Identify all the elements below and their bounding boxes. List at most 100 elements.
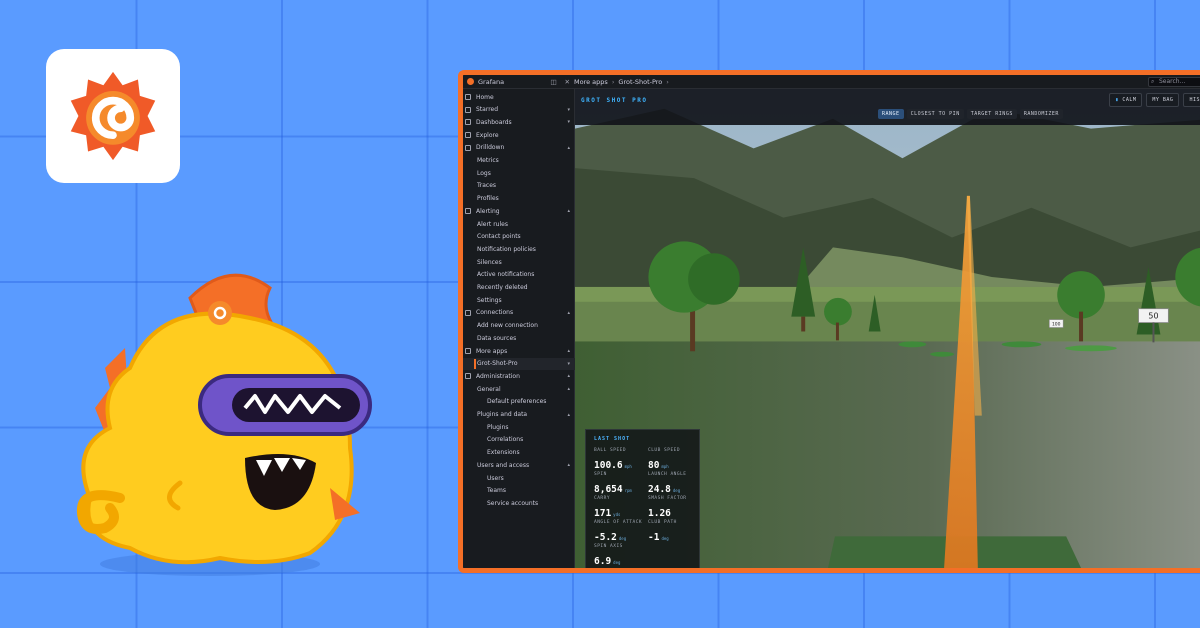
nav-icon <box>465 106 471 113</box>
chevron-icon[interactable]: ▴ <box>567 348 570 354</box>
stat-unit: deg <box>661 536 669 541</box>
grafana-logo-icon <box>70 71 156 161</box>
sidebar-item-label: Starred <box>476 106 499 114</box>
sidebar-item-label: Service accounts <box>487 499 539 507</box>
grafana-logo-tile <box>46 49 180 183</box>
chevron-icon[interactable]: ▴ <box>567 386 570 392</box>
sidebar-item-traces[interactable]: Traces <box>463 180 575 192</box>
sidebar-item-label: Silences <box>477 258 502 266</box>
sidebar-item-dashboards[interactable]: Dashboards ▾ <box>463 116 575 128</box>
stat-label: SMASH FACTOR <box>648 496 687 501</box>
sidebar-item-label: More apps <box>476 347 508 355</box>
stat-launch-angle: LAUNCH ANGLE 24.8 deg <box>648 472 702 496</box>
tab-range[interactable]: RANGE <box>878 109 904 119</box>
sidebar-item-extensions[interactable]: Extensions <box>463 447 575 459</box>
stat-unit: mph <box>661 464 669 469</box>
stat-unit: deg <box>672 488 681 493</box>
app-main: 50 100 GROT SHOT PRO RANGE CLOSEST TO PIN… <box>575 89 1200 568</box>
sidebar-item-label: Plugins <box>487 423 509 431</box>
tab-closest-to-pin[interactable]: CLOSEST TO PIN <box>906 109 964 119</box>
sidebar-item-users[interactable]: Users <box>463 472 575 484</box>
sidebar-item-label: Data sources <box>477 334 517 342</box>
stat-value: 1.26 <box>648 508 671 519</box>
svg-text:100: 100 <box>1052 322 1061 328</box>
sidebar-item-alert-rules[interactable]: Alert rules <box>463 218 575 230</box>
stat-label: CLUB PATH <box>648 520 677 525</box>
sidebar-item-logs[interactable]: Logs <box>463 167 575 179</box>
sidebar-item-silences[interactable]: Silences <box>463 256 575 268</box>
chevron-icon[interactable]: ▴ <box>567 145 570 151</box>
chevron-icon[interactable]: ▴ <box>567 208 570 214</box>
sidebar-item-notification-policies[interactable]: Notification policies <box>463 243 575 255</box>
sidebar-item-active-notifications[interactable]: Active notifications <box>463 269 575 281</box>
sidebar-item-plugins-and-data[interactable]: Plugins and data ▴ <box>463 409 575 421</box>
brand-label: Grafana <box>478 77 505 86</box>
breadcrumb-item-more-apps[interactable]: More apps <box>574 78 608 86</box>
breadcrumb-item-grot-shot-pro[interactable]: Grot-Shot-Pro <box>618 78 662 86</box>
sidebar-item-metrics[interactable]: Metrics <box>463 155 575 167</box>
sidebar-item-profiles[interactable]: Profiles <box>463 193 575 205</box>
stat-value: 24.8 <box>648 484 671 495</box>
sidebar-item-add-new-connection[interactable]: Add new connection <box>463 320 575 332</box>
sidebar-item-label: Alert rules <box>477 220 508 228</box>
sidebar-item-plugins[interactable]: Plugins <box>463 421 575 433</box>
sidebar-item-contact-points[interactable]: Contact points <box>463 231 575 243</box>
stat-club-path: CLUB PATH -1 deg <box>648 520 702 544</box>
sidebar-item-grot-shot-pro[interactable]: Grot-Shot-Pro ▾ <box>463 357 575 370</box>
svg-text:50: 50 <box>1148 312 1158 321</box>
sidebar-item-connections[interactable]: Connections ▴ <box>463 307 575 319</box>
search-input[interactable]: ⌕ Search... <box>1148 77 1200 87</box>
sidebar-item-teams[interactable]: Teams <box>463 485 575 497</box>
nav-icon <box>465 373 471 380</box>
stat-smash-factor: SMASH FACTOR 1.26 <box>648 496 702 520</box>
stat-unit: rpm <box>624 488 632 493</box>
sidebar-item-more-apps[interactable]: More apps ▴ <box>463 345 575 357</box>
sidebar-item-starred[interactable]: Starred ▾ <box>463 104 575 116</box>
header-buttons: ▮ CALM MY BAG HISTO <box>1109 93 1200 107</box>
sidebar-item-alerting[interactable]: Alerting ▴ <box>463 205 575 217</box>
tab-target-rings[interactable]: TARGET RINGS <box>966 109 1017 119</box>
brand[interactable]: Grafana ◫ ✕ <box>463 78 574 86</box>
sidebar-item-users-and-access[interactable]: Users and access ▴ <box>463 459 575 471</box>
sidebar-item-correlations[interactable]: Correlations <box>463 434 575 446</box>
sidebar-item-label: Default preferences <box>487 398 547 406</box>
chevron-icon[interactable]: ▴ <box>567 310 570 316</box>
nav-icon <box>465 132 471 139</box>
stat-unit: deg <box>618 536 627 541</box>
sidebar-item-administration[interactable]: Administration ▴ <box>463 370 575 382</box>
stat-label: BALL SPEED <box>594 448 627 453</box>
chevron-icon[interactable]: ▾ <box>567 361 570 367</box>
sidebar-item-label: Contact points <box>477 233 521 241</box>
sidebar-item-label: Active notifications <box>477 271 535 279</box>
mode-tabs: RANGE CLOSEST TO PIN TARGET RINGS RANDOMIZE… <box>878 109 1063 119</box>
sidebar-item-data-sources[interactable]: Data sources <box>463 332 575 344</box>
sidebar-item-default-preferences[interactable]: Default preferences <box>463 396 575 408</box>
my-bag-button[interactable]: MY BAG <box>1146 93 1180 107</box>
chevron-icon[interactable]: ▴ <box>567 373 570 379</box>
calm-button[interactable]: ▮ CALM <box>1109 93 1143 107</box>
tab-randomizer[interactable]: RANDOMIZER <box>1019 109 1063 119</box>
sidebar-item-drilldown[interactable]: Drilldown ▴ <box>463 142 575 154</box>
sidebar-item-explore[interactable]: Explore <box>463 129 575 141</box>
nav-icon <box>465 94 471 100</box>
app-title: GROT SHOT PRO <box>581 97 648 104</box>
stat-unit: deg <box>613 560 621 565</box>
close-menu-icon[interactable]: ✕ <box>565 78 570 86</box>
sidebar-item-label: Users and access <box>477 461 530 469</box>
chevron-icon[interactable]: ▾ <box>567 107 570 113</box>
sidebar-item-recently-deleted[interactable]: Recently deleted <box>463 282 575 294</box>
nav-icon <box>465 348 471 354</box>
chevron-icon[interactable]: ▴ <box>567 462 570 468</box>
sidebar-item-service-accounts[interactable]: Service accounts <box>463 497 575 509</box>
stat-carry: CARRY 171 yds <box>594 496 648 520</box>
chevron-icon[interactable]: ▾ <box>567 119 570 125</box>
sidebar-item-settings[interactable]: Settings <box>463 294 575 306</box>
chevron-icon[interactable]: ▴ <box>567 412 570 418</box>
sidebar-item-general[interactable]: General ▴ <box>463 383 575 395</box>
dock-menu-icon[interactable]: ◫ <box>550 78 556 86</box>
sidebar-item-label: Connections <box>476 309 514 317</box>
nav-icon <box>465 208 471 215</box>
stat-label: CLUB SPEED <box>648 448 681 453</box>
history-button[interactable]: HISTO <box>1183 93 1200 107</box>
sidebar-item-home[interactable]: Home <box>463 91 575 103</box>
